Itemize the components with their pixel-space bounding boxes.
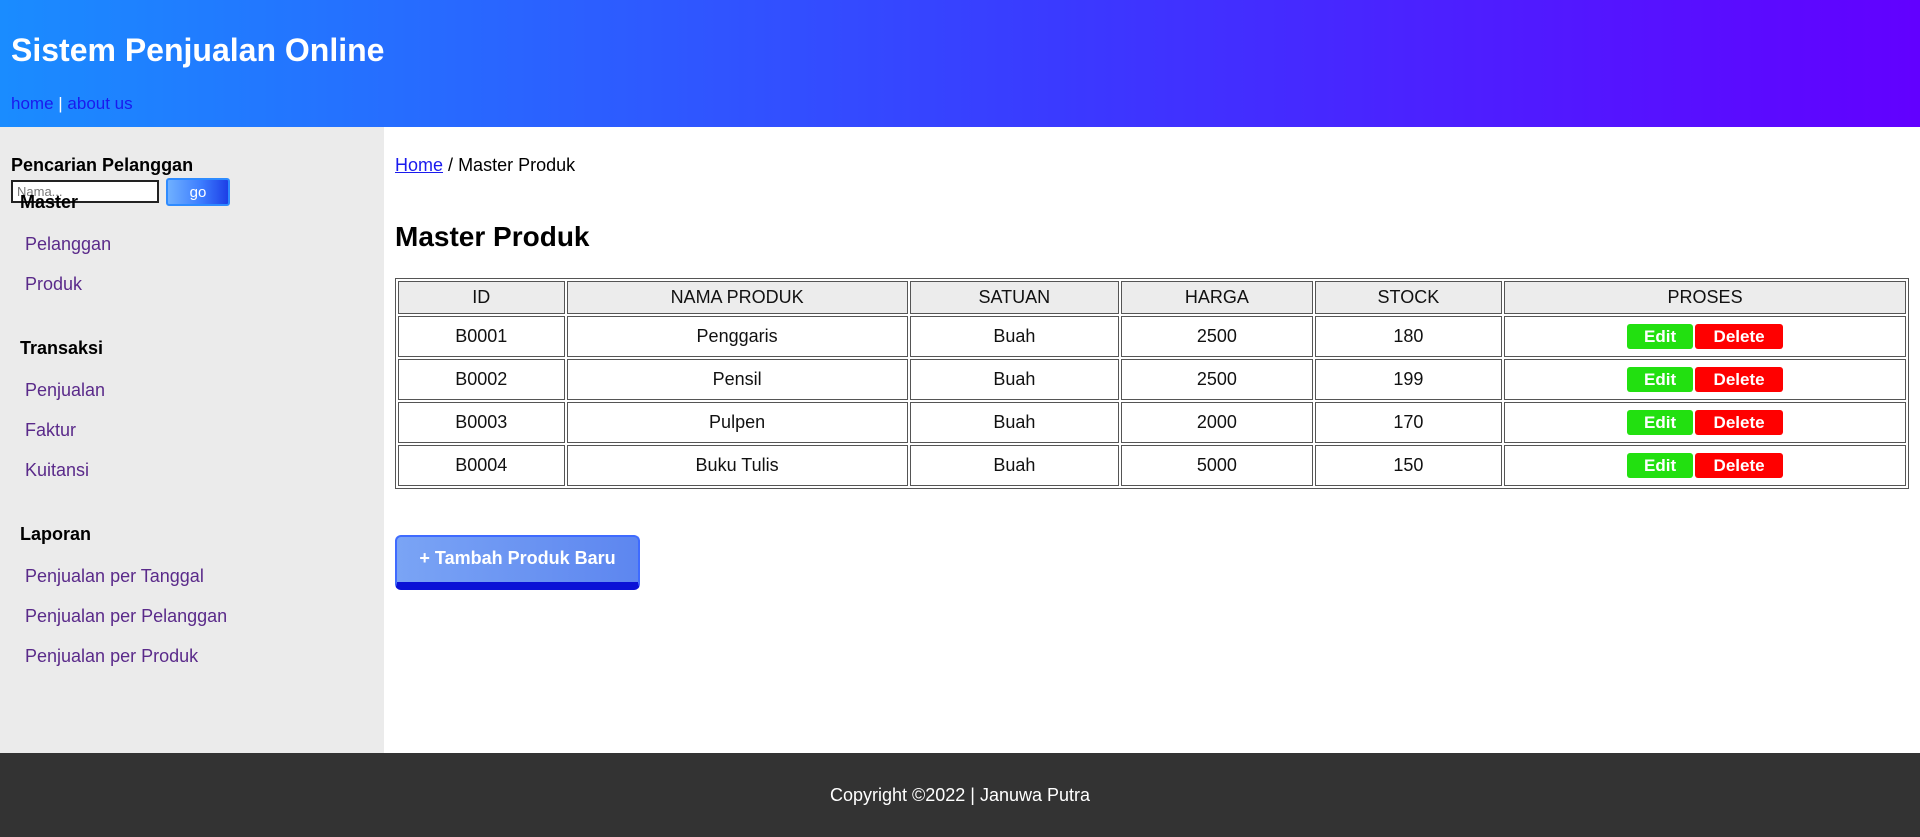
- cell-stock: 180: [1314, 316, 1503, 357]
- nav-separator: |: [58, 94, 63, 113]
- delete-button[interactable]: Delete: [1695, 367, 1784, 392]
- cell-satuan: Buah: [909, 445, 1120, 486]
- cell-harga: 2000: [1121, 402, 1313, 443]
- top-nav: home | about us: [11, 94, 133, 114]
- cell-harga: 5000: [1121, 445, 1313, 486]
- breadcrumb-separator: /: [448, 155, 454, 175]
- column-header-nama-produk: NAMA PRODUK: [566, 281, 908, 314]
- table-row: B0002 Pensil Buah 2500 199 Edit Delete: [398, 359, 1906, 400]
- nav-about-link[interactable]: about us: [67, 94, 132, 113]
- cell-harga: 2500: [1121, 316, 1313, 357]
- table-row: B0004 Buku Tulis Buah 5000 150 Edit Delet…: [398, 445, 1906, 486]
- add-product-button[interactable]: + Tambah Produk Baru: [395, 535, 640, 590]
- cell-proses: Edit Delete: [1504, 316, 1906, 357]
- cell-proses: Edit Delete: [1504, 359, 1906, 400]
- sidebar-item-penjualan-per-tanggal[interactable]: Penjualan per Tanggal: [25, 566, 204, 587]
- sidebar-item-pelanggan[interactable]: Pelanggan: [25, 234, 111, 255]
- sidebar-heading-master: Master: [20, 192, 79, 212]
- delete-button[interactable]: Delete: [1695, 324, 1784, 349]
- column-header-harga: HARGA: [1121, 281, 1313, 314]
- column-header-id: ID: [398, 281, 565, 314]
- sidebar-item-penjualan-per-pelanggan[interactable]: Penjualan per Pelanggan: [25, 606, 227, 627]
- breadcrumb-current: Master Produk: [458, 155, 576, 175]
- cell-stock: 199: [1314, 359, 1503, 400]
- sidebar-item-faktur[interactable]: Faktur: [25, 420, 76, 441]
- cell-nama-produk: Buku Tulis: [566, 445, 908, 486]
- cell-satuan: Buah: [909, 359, 1120, 400]
- column-header-proses: PROSES: [1504, 281, 1906, 314]
- sidebar-item-kuitansi[interactable]: Kuitansi: [25, 460, 89, 481]
- sidebar-item-penjualan-per-produk[interactable]: Penjualan per Produk: [25, 646, 198, 667]
- customer-search-title: Pencarian Pelanggan: [11, 155, 194, 175]
- page-footer: Copyright ©2022 | Januwa Putra: [0, 753, 1920, 837]
- delete-button[interactable]: Delete: [1695, 410, 1784, 435]
- cell-id: B0002: [398, 359, 565, 400]
- sidebar-item-produk[interactable]: Produk: [25, 274, 82, 295]
- cell-stock: 150: [1314, 445, 1503, 486]
- cell-id: B0003: [398, 402, 565, 443]
- page-header: Sistem Penjualan Online home | about us: [0, 0, 1920, 127]
- edit-button[interactable]: Edit: [1627, 367, 1694, 392]
- product-table: ID NAMA PRODUK SATUAN HARGA STOCK PROSES…: [395, 278, 1909, 489]
- cell-proses: Edit Delete: [1504, 445, 1906, 486]
- nav-home-link[interactable]: home: [11, 94, 54, 113]
- sidebar-heading-transaksi: Transaksi: [20, 338, 104, 358]
- page-title: Master Produk: [395, 221, 590, 252]
- cell-nama-produk: Penggaris: [566, 316, 908, 357]
- sidebar: Pencarian Pelanggan go Master Pelanggan …: [0, 127, 384, 753]
- edit-button[interactable]: Edit: [1627, 324, 1694, 349]
- cell-satuan: Buah: [909, 402, 1120, 443]
- delete-button[interactable]: Delete: [1695, 453, 1784, 478]
- table-header-row: ID NAMA PRODUK SATUAN HARGA STOCK PROSES: [398, 281, 1906, 314]
- sidebar-heading-laporan: Laporan: [20, 524, 92, 544]
- cell-id: B0001: [398, 316, 565, 357]
- table-row: B0001 Penggaris Buah 2500 180 Edit Delete: [398, 316, 1906, 357]
- cell-satuan: Buah: [909, 316, 1120, 357]
- main-content: Home / Master Produk Master Produk ID NA…: [384, 127, 1920, 753]
- edit-button[interactable]: Edit: [1627, 453, 1694, 478]
- breadcrumb: Home / Master Produk: [395, 155, 575, 176]
- search-go-button[interactable]: go: [166, 178, 230, 206]
- cell-nama-produk: Pulpen: [566, 402, 908, 443]
- cell-harga: 2500: [1121, 359, 1313, 400]
- cell-stock: 170: [1314, 402, 1503, 443]
- edit-button[interactable]: Edit: [1627, 410, 1694, 435]
- breadcrumb-home-link[interactable]: Home: [395, 155, 443, 175]
- sidebar-item-penjualan[interactable]: Penjualan: [25, 380, 105, 401]
- column-header-satuan: SATUAN: [909, 281, 1120, 314]
- cell-nama-produk: Pensil: [566, 359, 908, 400]
- cell-proses: Edit Delete: [1504, 402, 1906, 443]
- column-header-stock: STOCK: [1314, 281, 1503, 314]
- footer-copyright: Copyright ©2022 | Januwa Putra: [829, 785, 1091, 805]
- table-row: B0003 Pulpen Buah 2000 170 Edit Delete: [398, 402, 1906, 443]
- app-title: Sistem Penjualan Online: [11, 32, 385, 68]
- cell-id: B0004: [398, 445, 565, 486]
